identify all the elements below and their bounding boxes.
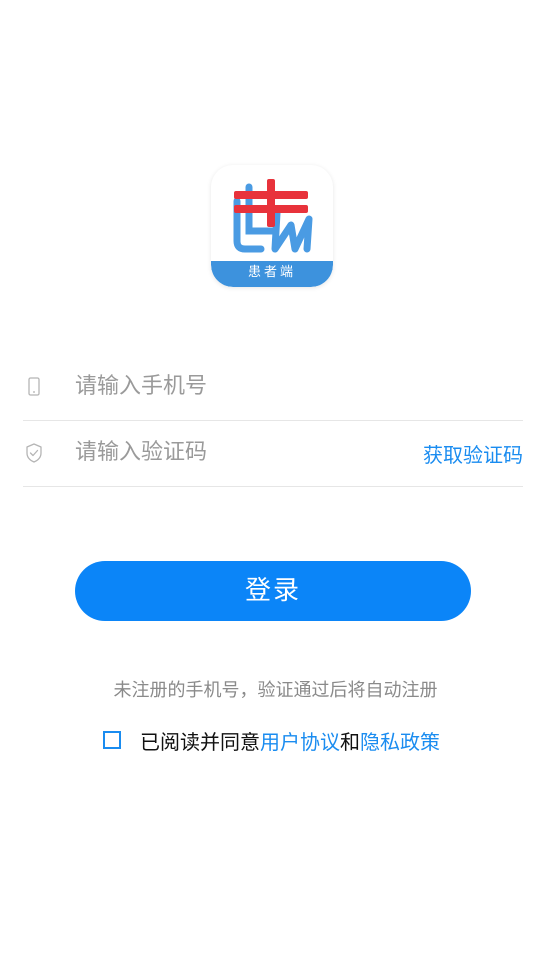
phone-icon <box>25 376 43 398</box>
phone-row <box>23 354 523 421</box>
login-button[interactable]: 登录 <box>75 561 471 621</box>
code-row: 获取验证码 <box>23 420 523 487</box>
agreement-row: 已阅读并同意 用户协议和隐私政策 <box>103 726 440 754</box>
shield-check-icon <box>25 442 43 464</box>
code-input[interactable] <box>75 434 395 470</box>
logo-caption: 患者端 <box>211 261 333 287</box>
agreement-prefix: 已阅读并同意 <box>140 729 260 754</box>
get-code-button[interactable]: 获取验证码 <box>423 439 523 468</box>
app-logo: 患者端 <box>211 165 333 287</box>
privacy-policy-link[interactable]: 隐私政策 <box>360 726 440 755</box>
agreement-conjunction: 和 <box>340 729 360 754</box>
user-agreement-link[interactable]: 用户协议 <box>260 726 340 755</box>
logo-mark-icon <box>233 179 313 253</box>
phone-input[interactable] <box>75 368 395 404</box>
agreement-checkbox[interactable] <box>103 731 121 749</box>
auto-register-hint: 未注册的手机号，验证通过后将自动注册 <box>113 680 438 701</box>
